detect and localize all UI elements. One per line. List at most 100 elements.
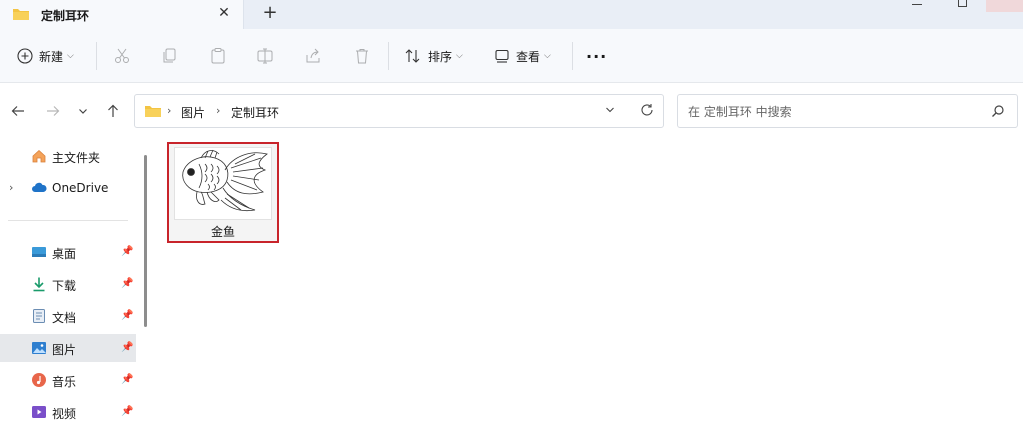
active-tab[interactable]: 定制耳环 ✕: [0, 0, 244, 29]
address-history-button[interactable]: [605, 103, 615, 120]
sidebar-item-label: 下载: [52, 279, 77, 293]
search-box[interactable]: [677, 94, 1018, 128]
pin-icon[interactable]: 📌: [121, 246, 133, 257]
minimize-button[interactable]: [894, 0, 940, 12]
share-button[interactable]: [304, 29, 322, 83]
sidebar-divider: [8, 220, 128, 221]
trash-icon: [356, 49, 368, 64]
sidebar-item-pictures[interactable]: 图片 📌: [0, 334, 136, 362]
sidebar-item-label: 图片: [52, 343, 77, 357]
sidebar-item-desktop[interactable]: 桌面 📌: [0, 238, 136, 266]
pin-icon[interactable]: 📌: [121, 310, 133, 321]
image-thumbnail: [174, 147, 272, 220]
forward-button[interactable]: [43, 101, 63, 121]
chevron-down-icon: ⌵: [456, 51, 463, 61]
chevron-down-icon: ⌵: [67, 51, 74, 61]
refresh-icon: [641, 104, 653, 116]
delete-button[interactable]: [353, 29, 371, 83]
document-icon: [33, 309, 45, 323]
desktop-icon: [32, 247, 46, 257]
new-button-label: 新建: [39, 49, 64, 64]
close-tab-icon[interactable]: ✕: [216, 5, 232, 21]
maximize-button[interactable]: [940, 0, 986, 12]
sidebar-scrollbar[interactable]: [144, 155, 147, 327]
sidebar-item-documents[interactable]: 文档 📌: [0, 302, 136, 330]
sort-button[interactable]: 排序 ⌵: [404, 29, 463, 83]
scissors-icon: [115, 48, 129, 63]
refresh-button[interactable]: [640, 103, 654, 120]
sidebar-item-label: 视频: [52, 407, 77, 421]
view-button[interactable]: 查看 ⌵: [494, 29, 551, 83]
home-icon: [32, 149, 46, 163]
recent-locations-button[interactable]: [73, 101, 93, 121]
copy-icon: [163, 48, 176, 63]
sidebar-item-label: 桌面: [52, 247, 77, 261]
command-bar: 新建 ⌵ 排序 ⌵ 查看 ⌵ ···: [0, 29, 1023, 83]
toolbar-divider: [388, 42, 389, 70]
maximize-icon: [958, 0, 967, 7]
folder-icon: [144, 104, 162, 121]
close-window-button[interactable]: [986, 0, 1023, 12]
file-name: 金鱼: [210, 225, 235, 239]
video-icon: [32, 406, 46, 418]
pictures-icon: [32, 342, 46, 354]
music-icon: [32, 373, 46, 387]
new-tab-button[interactable]: +: [260, 3, 280, 23]
arrow-up-icon: [108, 104, 118, 117]
download-icon: [33, 277, 45, 292]
sidebar-item-label: 主文件夹: [52, 151, 101, 165]
title-bar: 定制耳环 ✕ +: [0, 0, 1023, 29]
chevron-down-icon: [79, 109, 87, 114]
toolbar-divider: [96, 42, 97, 70]
share-icon: [306, 48, 320, 63]
chevron-right-icon[interactable]: ›: [167, 104, 171, 117]
tab-title: 定制耳环: [41, 9, 90, 23]
sidebar-item-onedrive[interactable]: › OneDrive: [0, 174, 136, 202]
minimize-icon: [912, 4, 922, 5]
goldfish-sketch-icon: [182, 149, 268, 212]
chevron-down-icon: [606, 107, 614, 113]
chevron-right-icon[interactable]: ›: [9, 181, 13, 194]
search-icon[interactable]: [991, 104, 1005, 121]
rename-icon: [257, 48, 273, 64]
pin-icon[interactable]: 📌: [121, 342, 133, 353]
more-options-button[interactable]: ···: [586, 29, 607, 83]
view-layout-icon: [495, 49, 509, 63]
pin-icon[interactable]: 📌: [121, 374, 133, 385]
up-button[interactable]: [103, 101, 123, 121]
arrow-right-icon: [47, 106, 60, 116]
address-row: › 图片 › 定制耳环: [0, 83, 1023, 139]
sort-arrows-icon: [405, 49, 420, 63]
file-list: 金鱼: [152, 139, 1023, 443]
navigation-pane: 主文件夹 › OneDrive 桌面 📌 下载 📌 文档 📌 图片 📌 音乐 📌…: [0, 139, 152, 443]
arrow-left-icon: [11, 106, 24, 116]
toolbar-divider: [572, 42, 573, 70]
sidebar-item-videos[interactable]: 视频 📌: [0, 398, 136, 426]
sidebar-item-label: OneDrive: [52, 181, 109, 195]
sidebar-item-home[interactable]: 主文件夹: [0, 142, 136, 170]
folder-icon: [12, 7, 30, 24]
cut-button[interactable]: [113, 29, 131, 83]
cloud-icon: [32, 182, 47, 192]
chevron-right-icon[interactable]: ›: [216, 104, 220, 117]
clipboard-icon: [211, 48, 225, 64]
back-button[interactable]: [8, 101, 28, 121]
file-item-goldfish[interactable]: 金鱼: [167, 142, 279, 243]
rename-button[interactable]: [256, 29, 274, 83]
view-button-label: 查看: [516, 49, 541, 64]
search-input[interactable]: [688, 103, 978, 121]
plus-circle-icon: [17, 48, 33, 64]
sidebar-item-downloads[interactable]: 下载 📌: [0, 270, 136, 298]
sidebar-item-label: 音乐: [52, 375, 77, 389]
address-bar[interactable]: › 图片 › 定制耳环: [134, 94, 664, 128]
breadcrumb-current-folder[interactable]: 定制耳环: [231, 104, 279, 121]
sort-button-label: 排序: [428, 49, 453, 64]
new-button[interactable]: 新建 ⌵: [17, 29, 74, 83]
copy-button[interactable]: [161, 29, 179, 83]
pin-icon[interactable]: 📌: [121, 406, 133, 417]
sidebar-item-music[interactable]: 音乐 📌: [0, 366, 136, 394]
paste-button[interactable]: [209, 29, 227, 83]
pin-icon[interactable]: 📌: [121, 278, 133, 289]
breadcrumb-pictures[interactable]: 图片: [181, 104, 205, 121]
sidebar-item-label: 文档: [52, 311, 77, 325]
